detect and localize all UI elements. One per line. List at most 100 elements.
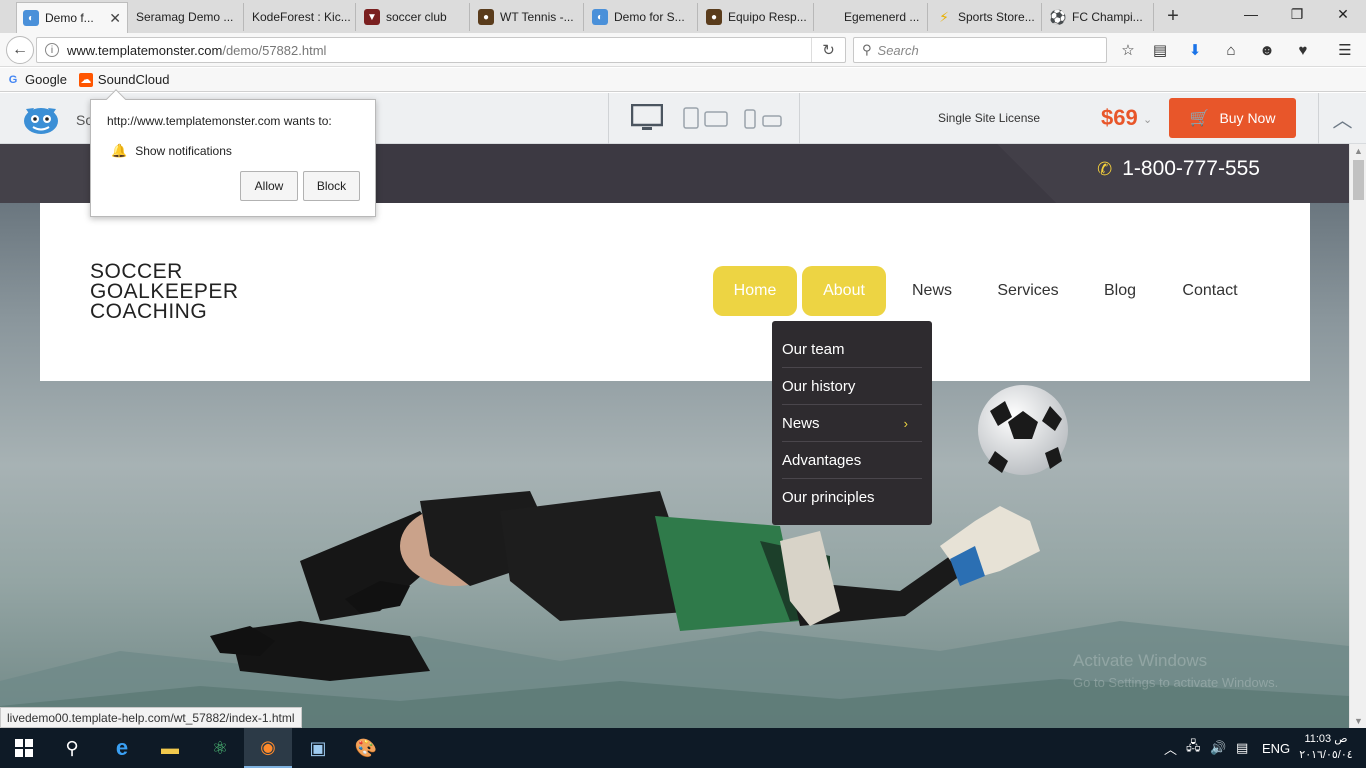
reading-list-icon[interactable]: ▤	[1150, 41, 1170, 59]
home-icon[interactable]: ⌂	[1221, 41, 1241, 59]
watermark-subtitle: Go to Settings to activate Windows.	[1073, 675, 1279, 690]
nav-home[interactable]: Home	[713, 266, 797, 316]
team-icon: ●	[706, 9, 722, 25]
phone-number[interactable]: ✆ 1-800-777-555	[1097, 157, 1260, 181]
tab-label: Demo f...	[45, 11, 94, 25]
search-icon[interactable]: ⚲	[48, 728, 96, 768]
nav-label: Contact	[1182, 282, 1238, 299]
hamburger-menu-icon[interactable]: ☰	[1335, 41, 1355, 59]
file-explorer-icon[interactable]: ▬	[146, 728, 194, 768]
tab-wt-tennis[interactable]: ● WT Tennis -...	[472, 3, 584, 31]
tab-seramag[interactable]: Seramag Demo ...	[130, 3, 244, 31]
tab-sports-store[interactable]: ⚡ Sports Store...	[930, 3, 1042, 31]
watermark-title: Activate Windows	[1073, 651, 1208, 670]
permission-label: Show notifications	[135, 144, 232, 158]
nav-label: Services	[997, 282, 1059, 299]
tab-equipo[interactable]: ● Equipo Resp...	[700, 3, 814, 31]
info-icon[interactable]: i	[45, 43, 59, 57]
dropdown-item-advantages[interactable]: Advantages	[782, 442, 922, 479]
dropdown-item-news[interactable]: News ›	[782, 405, 922, 442]
dropdown-item-our-team[interactable]: Our team	[782, 331, 922, 368]
chevron-up-icon[interactable]: ︿	[1318, 93, 1366, 144]
reload-icon[interactable]: ↻	[811, 38, 845, 62]
back-arrow-icon[interactable]: ←	[6, 36, 34, 64]
close-window-icon[interactable]: ✕	[1320, 6, 1366, 23]
tab-label: Sports Store...	[958, 10, 1035, 24]
tab-demo[interactable]: ◐ Demo f... ✕	[16, 2, 128, 33]
download-arrow-icon[interactable]: ⬇	[1185, 41, 1205, 59]
dropdown-label: News	[782, 414, 820, 432]
block-label: Block	[316, 179, 347, 193]
action-center-icon[interactable]: ▤	[1236, 728, 1248, 768]
new-tab-icon[interactable]: +	[1163, 5, 1183, 28]
close-icon[interactable]: ✕	[103, 10, 121, 27]
edge-browser-icon[interactable]: e	[98, 728, 146, 768]
logo-line: GOALKEEPER	[90, 280, 239, 303]
system-clock[interactable]: 11:03 ص ٢٠١٦/٠٥/٠٤	[1296, 731, 1356, 763]
remote-desktop-icon[interactable]: ▣	[294, 728, 342, 768]
tab-egemenerd[interactable]: Egemenerd ...	[816, 3, 928, 31]
paint-icon[interactable]: 🎨	[342, 728, 390, 768]
tab-label: WT Tennis -...	[500, 10, 574, 24]
logo-line: SOCCER	[90, 260, 183, 283]
page-scrollbar[interactable]: ▲ ▼	[1349, 144, 1366, 728]
firefox-icon[interactable]: ◉	[244, 728, 292, 768]
dropdown-label: Our history	[782, 377, 856, 395]
desktop-view-icon[interactable]	[631, 104, 663, 132]
tennis-icon: ●	[478, 9, 494, 25]
nav-blog[interactable]: Blog	[1090, 266, 1150, 316]
templatemonster-icon: ◐	[592, 9, 608, 25]
templatemonster-logo-icon[interactable]	[20, 99, 62, 137]
restore-icon[interactable]: ❐	[1274, 6, 1320, 23]
shield-icon: ▼	[364, 9, 380, 25]
dropdown-item-our-history[interactable]: Our history	[782, 368, 922, 405]
buy-now-button[interactable]: 🛒 Buy Now	[1169, 98, 1296, 138]
nav-news[interactable]: News	[898, 266, 966, 316]
site-logo[interactable]: SOCCER GOALKEEPER COACHING	[90, 260, 239, 323]
url-bar[interactable]: i www.templatemonster.com/demo/57882.htm…	[36, 37, 846, 63]
chevron-down-icon[interactable]: ⌄	[1143, 113, 1152, 126]
about-dropdown-menu: Our team Our history News › Advantages O…	[772, 321, 932, 525]
volume-icon[interactable]: 🔊	[1210, 728, 1226, 768]
navigation-bar: ← i www.templatemonster.com/demo/57882.h…	[0, 33, 1366, 67]
tab-label: FC Champi...	[1072, 10, 1143, 24]
nav-about[interactable]: About	[802, 266, 886, 316]
network-icon[interactable]: 🖧	[1186, 728, 1201, 768]
bookmark-star-icon[interactable]: ☆	[1118, 41, 1138, 59]
scroll-up-icon[interactable]: ▲	[1350, 146, 1366, 156]
bookmark-google[interactable]: G Google	[6, 72, 67, 87]
nav-contact[interactable]: Contact	[1172, 266, 1248, 316]
tab-kodeforest[interactable]: KodeForest : Kic...	[246, 3, 356, 31]
atom-app-icon[interactable]: ⚛	[196, 728, 244, 768]
block-button[interactable]: Block	[303, 171, 360, 201]
clock-date: ٢٠١٦/٠٥/٠٤	[1299, 749, 1353, 761]
minimize-icon[interactable]: —	[1228, 6, 1274, 22]
price-label[interactable]: $69	[1101, 105, 1138, 131]
mobile-view-icon[interactable]	[743, 109, 783, 129]
pocket-icon[interactable]: ♥	[1293, 41, 1313, 59]
nav-label: Home	[733, 282, 777, 299]
windows-start-icon[interactable]	[0, 728, 48, 768]
tab-soccer-club[interactable]: ▼ soccer club	[358, 3, 470, 31]
bookmark-soundcloud[interactable]: ☁ SoundCloud	[78, 72, 169, 87]
nav-label: Blog	[1103, 282, 1137, 299]
bell-icon: 🔔	[111, 143, 128, 158]
nav-services[interactable]: Services	[986, 266, 1070, 316]
bookmark-label: Google	[25, 72, 67, 87]
language-indicator[interactable]: ENG	[1262, 728, 1290, 768]
scroll-down-icon[interactable]: ▼	[1350, 716, 1366, 726]
tablet-view-icon[interactable]	[683, 107, 729, 129]
logo-line: COACHING	[90, 300, 208, 323]
search-input[interactable]: ⚲ Search	[853, 37, 1107, 63]
scroll-thumb[interactable]	[1353, 160, 1364, 200]
hello-chat-icon[interactable]: ☻	[1257, 41, 1277, 59]
bookmarks-bar: G Google ☁ SoundCloud	[0, 68, 1366, 92]
dropdown-item-our-principles[interactable]: Our principles	[782, 479, 922, 516]
permission-row: 🔔 Show notifications	[111, 143, 232, 159]
allow-button[interactable]: Allow	[240, 171, 298, 201]
tab-demo-for-s[interactable]: ◐ Demo for S...	[586, 3, 698, 31]
chevron-right-icon: ›	[903, 415, 908, 431]
tab-fc-champions[interactable]: ⚽ FC Champi...	[1044, 3, 1154, 31]
show-hidden-icons-icon[interactable]: ︿	[1164, 728, 1177, 768]
tab-label: Seramag Demo ...	[136, 10, 234, 24]
